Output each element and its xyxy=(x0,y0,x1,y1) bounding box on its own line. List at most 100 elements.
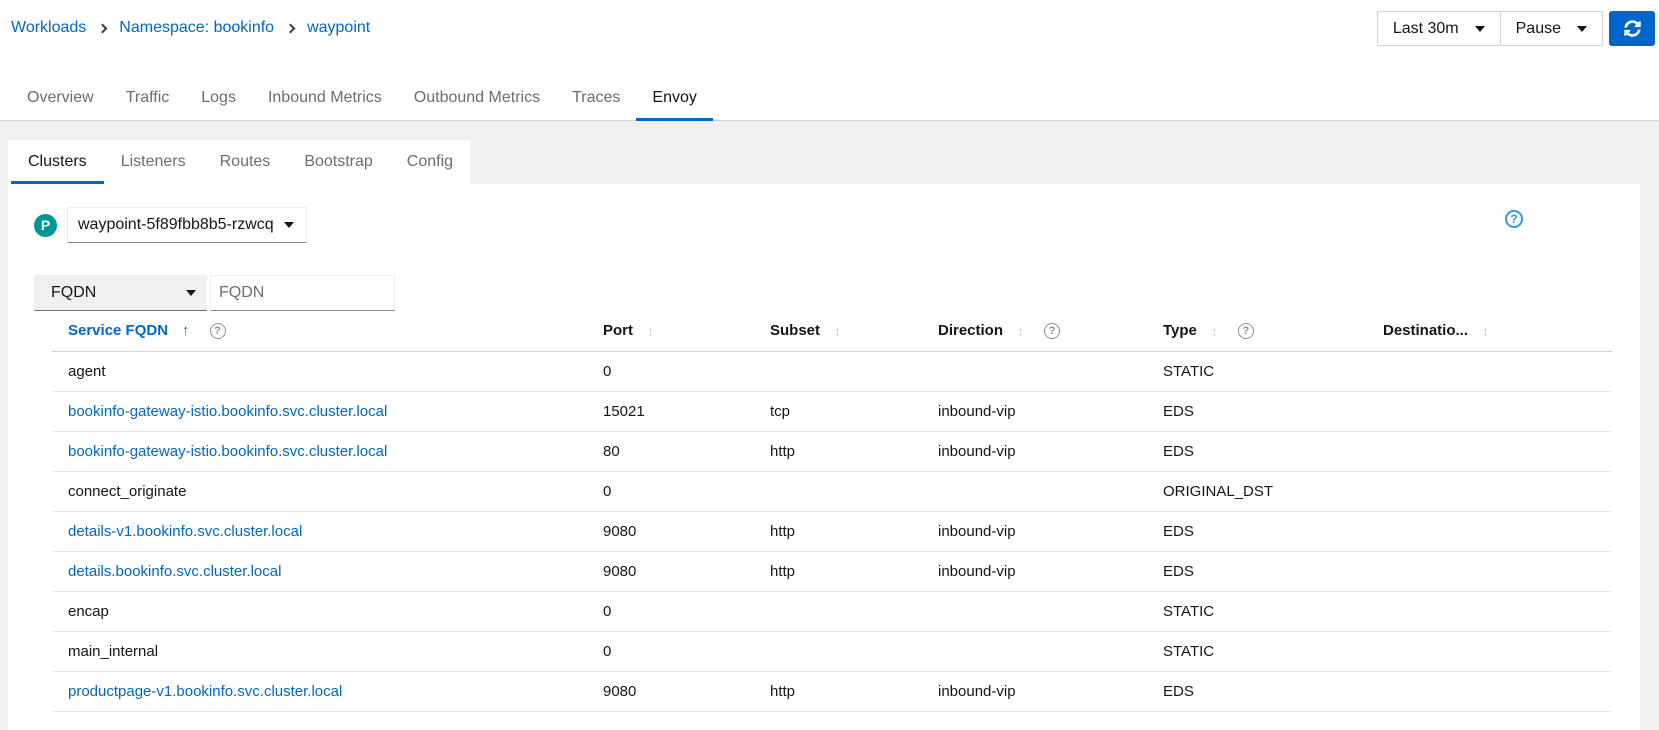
tab-inbound-metrics[interactable]: Inbound Metrics xyxy=(252,75,398,121)
table-row: main_internal0STATIC xyxy=(52,631,1612,671)
pod-badge: P xyxy=(34,214,57,237)
column-header-destinatio-[interactable]: Destinatio... ↕ xyxy=(1367,311,1612,351)
pod-selector-row: P waypoint-5f89fbb8b5-rzwcq xyxy=(8,207,1640,243)
cell-direction: inbound-vip xyxy=(922,391,1147,431)
sort-icon[interactable]: ↕ xyxy=(1211,323,1218,339)
service-fqdn-link[interactable]: bookinfo-gateway-istio.bookinfo.svc.clus… xyxy=(68,403,387,420)
cell-direction: inbound-vip xyxy=(922,671,1147,711)
cell-service-fqdn: connect_originate xyxy=(52,471,587,511)
refresh-button[interactable] xyxy=(1609,11,1655,46)
refresh-interval-dropdown[interactable]: Pause xyxy=(1500,12,1602,45)
table-row: connect_originate0ORIGINAL_DST xyxy=(52,471,1612,511)
cell-subset xyxy=(754,471,922,511)
chevron-right-icon xyxy=(98,23,108,33)
filter-field-select[interactable]: FQDN xyxy=(34,275,207,311)
column-header-inner: Destinatio... ↕ xyxy=(1383,322,1596,339)
breadcrumb-item[interactable]: Namespace: bookinfo xyxy=(119,19,274,37)
cell-subset: http xyxy=(754,671,922,711)
tab-logs[interactable]: Logs xyxy=(185,75,252,121)
cell-destination xyxy=(1367,351,1612,391)
workload-tabs: OverviewTrafficLogsInbound MetricsOutbou… xyxy=(11,75,713,121)
envoy-tab-bootstrap[interactable]: Bootstrap xyxy=(287,140,389,184)
cell-direction xyxy=(922,471,1147,511)
filter-field-value: FQDN xyxy=(51,284,96,302)
help-icon[interactable]: ? xyxy=(1505,210,1523,228)
tab-traces[interactable]: Traces xyxy=(556,75,636,121)
sync-icon xyxy=(1624,20,1641,37)
column-label: Direction xyxy=(938,322,1003,339)
chevron-right-icon xyxy=(286,23,296,33)
table-row: agent0STATIC xyxy=(52,351,1612,391)
envoy-tab-listeners[interactable]: Listeners xyxy=(104,140,203,184)
breadcrumb-item[interactable]: Workloads xyxy=(11,19,86,37)
refresh-mode-label: Pause xyxy=(1516,20,1561,38)
cell-type: EDS xyxy=(1147,391,1367,431)
table-row: encap0STATIC xyxy=(52,591,1612,631)
cell-port: 9080 xyxy=(587,551,754,591)
column-label: Subset xyxy=(770,322,820,339)
column-label: Destinatio... xyxy=(1383,322,1468,339)
column-header-type[interactable]: Type ↕? xyxy=(1147,311,1367,351)
table-row: bookinfo-gateway-istio.bookinfo.svc.clus… xyxy=(52,431,1612,471)
cell-destination xyxy=(1367,591,1612,631)
cell-service-fqdn: encap xyxy=(52,591,587,631)
table-row: details-v1.bookinfo.svc.cluster.local 908… xyxy=(52,511,1612,551)
masthead: Workloads Namespace: bookinfo waypoint Las… xyxy=(0,0,1659,121)
chevron-down-icon xyxy=(186,290,196,296)
cell-port: 9080 xyxy=(587,671,754,711)
envoy-tabs: ClustersListenersRoutesBootstrapConfig xyxy=(8,140,470,184)
table-row: details.bookinfo.svc.cluster.local 9080ht… xyxy=(52,551,1612,591)
column-header-service-fqdn[interactable]: Service FQDN ↑? xyxy=(52,311,587,351)
cell-port: 0 xyxy=(587,351,754,391)
cell-port: 9080 xyxy=(587,511,754,551)
tab-outbound-metrics[interactable]: Outbound Metrics xyxy=(398,75,556,121)
service-fqdn-link[interactable]: details.bookinfo.svc.cluster.local xyxy=(68,563,281,580)
cell-destination xyxy=(1367,631,1612,671)
duration-dropdown[interactable]: Last 30m xyxy=(1378,12,1500,45)
time-dropdown-group: Last 30m Pause xyxy=(1377,11,1603,46)
column-help-icon[interactable]: ? xyxy=(1044,323,1060,339)
sort-icon[interactable]: ↕ xyxy=(1017,323,1024,339)
clusters-panel: P waypoint-5f89fbb8b5-rzwcq ? FQDN Servi… xyxy=(8,184,1640,730)
pod-dropdown[interactable]: waypoint-5f89fbb8b5-rzwcq xyxy=(67,207,307,243)
envoy-tab-routes[interactable]: Routes xyxy=(203,140,288,184)
cell-service-fqdn: productpage-v1.bookinfo.svc.cluster.loca… xyxy=(52,671,587,711)
column-header-subset[interactable]: Subset ↕ xyxy=(754,311,922,351)
tab-overview[interactable]: Overview xyxy=(11,75,110,121)
column-label: Service FQDN xyxy=(68,322,168,339)
cell-direction xyxy=(922,351,1147,391)
clusters-table: Service FQDN↑?Port↕Subset↕Direction↕?Typ… xyxy=(52,311,1612,712)
sort-asc-icon[interactable]: ↑ xyxy=(182,322,190,339)
page-content: ClustersListenersRoutesBootstrapConfig P… xyxy=(0,121,1659,730)
cell-subset: tcp xyxy=(754,391,922,431)
envoy-tab-config[interactable]: Config xyxy=(390,140,470,184)
cell-destination xyxy=(1367,671,1612,711)
cell-port: 0 xyxy=(587,631,754,671)
table-header-row: Service FQDN↑?Port↕Subset↕Direction↕?Typ… xyxy=(52,311,1612,351)
column-header-inner: Type ↕? xyxy=(1163,322,1351,339)
sort-icon[interactable]: ↕ xyxy=(1482,323,1489,339)
column-header-direction[interactable]: Direction ↕? xyxy=(922,311,1147,351)
service-fqdn-link[interactable]: bookinfo-gateway-istio.bookinfo.svc.clus… xyxy=(68,443,387,460)
column-help-icon[interactable]: ? xyxy=(1238,323,1254,339)
sort-icon[interactable]: ↕ xyxy=(647,323,654,339)
envoy-tab-clusters[interactable]: Clusters xyxy=(11,140,104,184)
breadcrumb-item[interactable]: waypoint xyxy=(307,19,370,37)
table-row: bookinfo-gateway-istio.bookinfo.svc.clus… xyxy=(52,391,1612,431)
service-fqdn-link[interactable]: details-v1.bookinfo.svc.cluster.local xyxy=(68,523,302,540)
cell-direction: inbound-vip xyxy=(922,511,1147,551)
cell-type: EDS xyxy=(1147,551,1367,591)
cell-destination xyxy=(1367,551,1612,591)
cell-subset: http xyxy=(754,511,922,551)
sort-icon[interactable]: ↕ xyxy=(834,323,841,339)
filter-input[interactable] xyxy=(210,275,395,311)
cell-subset: http xyxy=(754,551,922,591)
service-fqdn-link[interactable]: productpage-v1.bookinfo.svc.cluster.loca… xyxy=(68,683,342,700)
pod-dropdown-value: waypoint-5f89fbb8b5-rzwcq xyxy=(78,216,274,234)
column-label: Type xyxy=(1163,322,1197,339)
tab-envoy[interactable]: Envoy xyxy=(636,75,712,121)
tab-traffic[interactable]: Traffic xyxy=(110,75,186,121)
column-header-port[interactable]: Port↕ xyxy=(587,311,754,351)
column-help-icon[interactable]: ? xyxy=(210,323,226,339)
cell-service-fqdn: main_internal xyxy=(52,631,587,671)
